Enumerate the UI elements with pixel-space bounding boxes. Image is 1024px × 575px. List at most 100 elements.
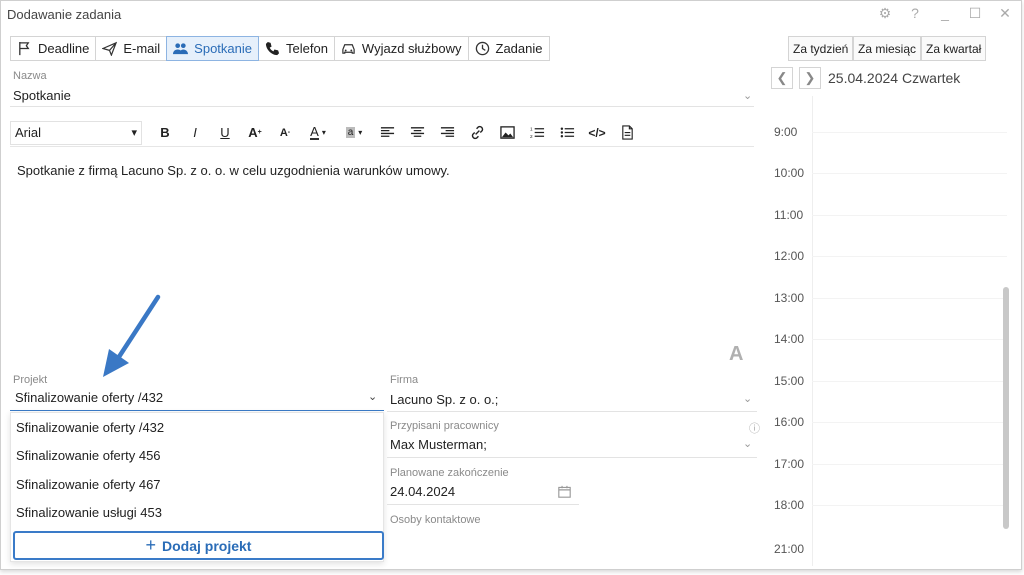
settings-icon[interactable]: ⚙ <box>877 5 893 22</box>
maximize-icon[interactable]: ☐ <box>967 5 983 22</box>
type-deadline-button[interactable]: Deadline <box>10 36 97 61</box>
chevron-right-icon: ❯ <box>804 70 816 85</box>
hour-label: 13:00 <box>774 291 805 305</box>
add-project-button[interactable]: + Dodaj projekt <box>13 531 384 560</box>
close-icon[interactable]: ✕ <box>997 5 1013 22</box>
type-phone-label: Telefon <box>286 41 328 56</box>
type-trip-label: Wyjazd służbowy <box>361 41 462 56</box>
calendar-date: 25.04.2024 Czwartek <box>828 70 961 86</box>
hour-line <box>812 173 1007 174</box>
name-input[interactable]: Spotkanie <box>13 88 71 103</box>
hour-label: 21:00 <box>774 542 805 556</box>
chevron-down-icon[interactable]: ⌄ <box>743 89 752 102</box>
project-label: Projekt <box>13 374 48 386</box>
flag-icon <box>19 41 30 56</box>
hour-line <box>812 256 1007 257</box>
info-icon[interactable]: ⓘ <box>749 420 760 436</box>
project-option[interactable]: Sfinalizowanie oferty /432 <box>11 413 383 442</box>
chevron-down-icon[interactable]: ⌄ <box>743 437 752 450</box>
code-icon[interactable]: </> <box>582 121 612 145</box>
project-option[interactable]: Sfinalizowanie oferty 456 <box>11 442 383 471</box>
highlight-color-icon[interactable]: a ▾ <box>336 121 372 145</box>
add-project-label: Dodaj projekt <box>162 537 252 554</box>
hour-line <box>812 381 1007 382</box>
hour-line <box>812 422 1007 423</box>
minimize-icon[interactable]: _ <box>937 5 953 22</box>
chevron-down-icon[interactable]: ⌄ <box>368 390 377 403</box>
project-select[interactable]: Sfinalizowanie oferty /432 <box>15 390 163 405</box>
hour-label: 16:00 <box>774 415 805 429</box>
hour-label: 15:00 <box>774 374 805 388</box>
project-option[interactable]: Sfinalizowanie oferty 467 <box>11 470 383 499</box>
chevron-down-icon[interactable]: ⌄ <box>743 392 752 405</box>
hour-line <box>812 464 1007 465</box>
hour-line <box>812 505 1007 506</box>
bold-icon[interactable]: B <box>150 121 180 145</box>
type-phone-button[interactable]: Telefon <box>258 36 335 61</box>
type-task-label: Zadanie <box>495 41 543 56</box>
italic-icon[interactable]: I <box>180 121 210 145</box>
hour-label: 17:00 <box>774 457 805 471</box>
font-color-icon[interactable]: A ▾ <box>300 121 336 145</box>
company-label: Firma <box>390 374 419 386</box>
align-right-icon[interactable] <box>432 121 462 145</box>
task-type-bar: Deadline E-mail Spotkanie Telefon Wyjazd… <box>10 36 550 61</box>
type-email-button[interactable]: E-mail <box>95 36 168 61</box>
hour-label: 11:00 <box>774 208 804 222</box>
titlebar: Dodawanie zadania ⚙ ? _ ☐ ✕ <box>1 1 1021 29</box>
editor-corner-mark: A <box>729 343 744 365</box>
type-task-button[interactable]: Zadanie <box>467 36 550 61</box>
align-center-icon[interactable] <box>402 121 432 145</box>
company-underline <box>387 411 757 412</box>
deadline-input[interactable]: 24.04.2024 <box>390 484 455 499</box>
day-calendar[interactable]: 9:00 10:00 11:00 12:00 13:00 14:00 15:00… <box>764 96 1014 566</box>
type-meeting-button[interactable]: Spotkanie <box>166 36 259 61</box>
link-icon[interactable] <box>462 121 492 145</box>
deadline-underline <box>387 504 579 505</box>
font-size-down-icon[interactable]: A- <box>270 121 300 145</box>
range-week-button[interactable]: Za tydzień <box>788 36 854 61</box>
document-icon[interactable] <box>612 121 642 145</box>
deadline-label: Planowane zakończenie <box>390 467 509 479</box>
font-select[interactable]: Arial ▾ <box>10 120 142 145</box>
chevron-left-icon: ❮ <box>776 70 788 85</box>
hour-line <box>812 339 1007 340</box>
hour-line <box>812 298 1007 299</box>
calendar-divider <box>812 96 813 566</box>
ordered-list-icon[interactable]: 12 <box>522 121 552 145</box>
company-input[interactable]: Lacuno Sp. z o. o.; <box>390 392 498 407</box>
underline-icon[interactable]: U <box>210 121 240 145</box>
window-title: Dodawanie zadania <box>7 7 122 22</box>
type-meeting-label: Spotkanie <box>194 41 252 56</box>
calendar-icon[interactable] <box>558 485 571 498</box>
hour-label: 18:00 <box>774 498 805 512</box>
align-left-icon[interactable] <box>372 121 402 145</box>
type-email-label: E-mail <box>123 41 161 56</box>
editor-toolbar: Arial ▾ B I U A + A- A ▾ a ▾ 12 </> <box>10 119 754 147</box>
employees-input[interactable]: Max Musterman; <box>390 437 487 452</box>
image-icon[interactable] <box>492 121 522 145</box>
annotation-arrow <box>103 294 161 377</box>
range-month-button[interactable]: Za miesiąc <box>853 36 922 61</box>
project-dropdown: Sfinalizowanie oferty /432 Sfinalizowani… <box>10 412 384 562</box>
car-icon <box>342 44 355 54</box>
bullet-list-icon[interactable] <box>552 121 582 145</box>
help-icon[interactable]: ? <box>907 5 923 22</box>
hour-label: 9:00 <box>774 125 798 139</box>
svg-text:1: 1 <box>530 127 533 132</box>
editor-content[interactable]: Spotkanie z firmą Lacuno Sp. z o. o. w c… <box>17 163 450 178</box>
next-day-button[interactable]: ❯ <box>799 67 821 89</box>
name-underline <box>10 106 754 107</box>
plus-icon: + <box>145 535 157 555</box>
paper-plane-icon <box>102 41 118 56</box>
contacts-label: Osoby kontaktowe <box>390 514 481 526</box>
range-quarter-button[interactable]: Za kwartał <box>921 36 987 61</box>
font-select-value: Arial <box>15 125 42 140</box>
project-option[interactable]: Sfinalizowanie usługi 453 <box>11 499 383 528</box>
task-dialog: Dodawanie zadania ⚙ ? _ ☐ ✕ Deadline E-m… <box>0 0 1022 570</box>
calendar-scrollbar[interactable] <box>1003 287 1009 529</box>
type-trip-button[interactable]: Wyjazd służbowy <box>333 36 469 61</box>
hour-line <box>812 132 1007 133</box>
font-size-up-icon[interactable]: A + <box>240 121 270 145</box>
prev-day-button[interactable]: ❮ <box>771 67 793 89</box>
